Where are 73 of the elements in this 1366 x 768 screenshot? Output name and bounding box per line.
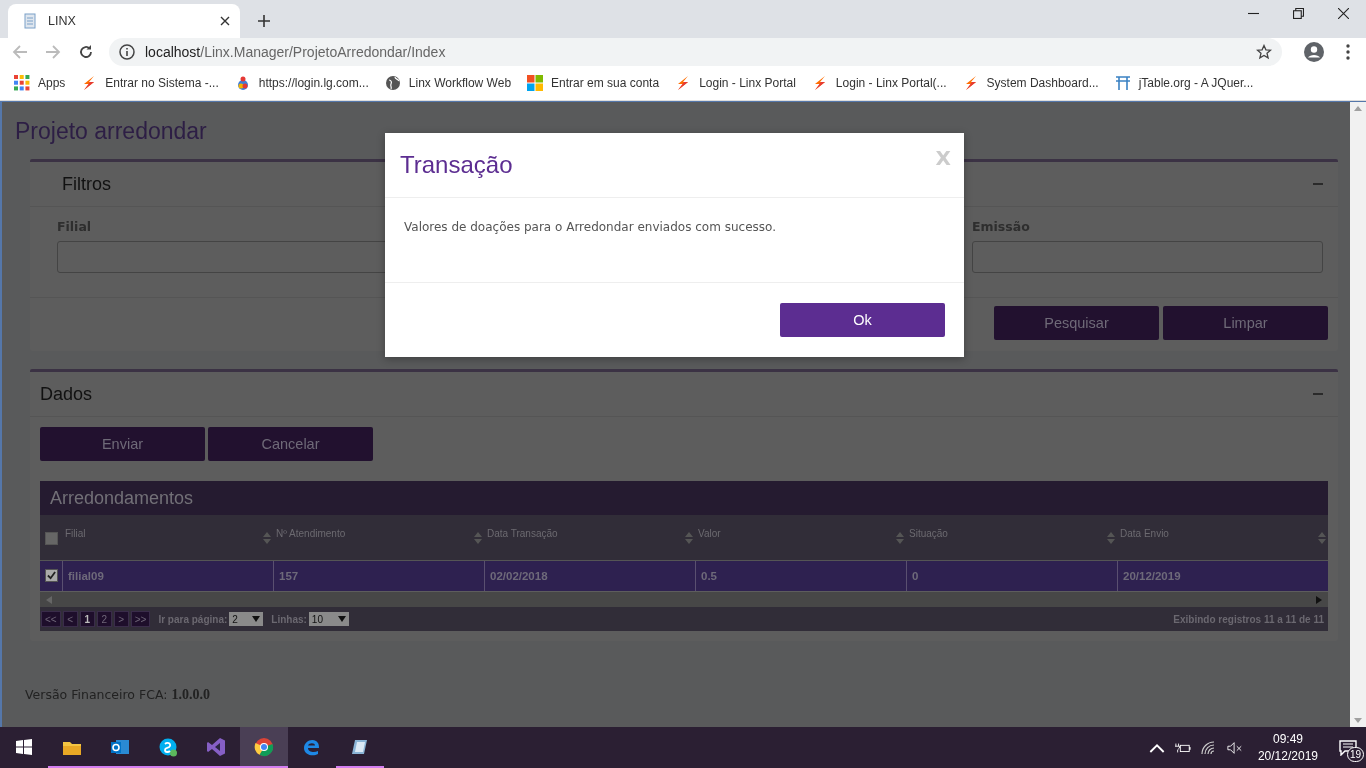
caret-icon: [337, 616, 346, 622]
version-text: Versão Financeiro FCA: 1.0.0.0: [25, 687, 211, 703]
rows-select[interactable]: 10: [308, 612, 349, 626]
windows-logo-icon: [14, 736, 34, 757]
bookmark[interactable]: Entrar no Sistema -...: [81, 75, 219, 91]
bookmark[interactable]: Login - Linx Portal(...: [811, 75, 947, 91]
windows-squares-icon: [527, 75, 544, 91]
bookmark[interactable]: Linx Workflow Web: [384, 75, 512, 91]
notification-count: 19: [1346, 747, 1364, 762]
browser-tab[interactable]: LINX: [8, 4, 240, 38]
bookmark[interactable]: System Dashboard...: [962, 75, 1099, 91]
rows-label: Linhas:: [271, 613, 307, 625]
page-title: Projeto arredondar: [15, 118, 208, 145]
filter-button[interactable]: Limpar: [1163, 306, 1328, 340]
restore-icon[interactable]: [1293, 7, 1304, 19]
close-icon[interactable]: [1338, 7, 1349, 19]
info-icon: [119, 44, 135, 60]
bookmark[interactable]: Apps: [14, 75, 66, 91]
dialog-message: Valores de doações para o Arredondar enviados com sucesso.: [404, 220, 776, 234]
table-row[interactable]: filial09 157 02/02/2018 0.5 0 20/12/2019: [40, 561, 1328, 591]
profile-icon[interactable]: [1304, 42, 1324, 62]
muted-speaker-icon[interactable]: [1226, 740, 1243, 755]
page-button[interactable]: 1: [79, 611, 95, 627]
browser-logo-icon: [254, 736, 274, 757]
table-cell: 20/12/2019: [1117, 561, 1328, 591]
clock[interactable]: 09:49 20/12/2019: [1257, 730, 1318, 765]
wifi-icon[interactable]: [1200, 740, 1217, 755]
close-icon[interactable]: [220, 16, 230, 26]
panel-title: Dados: [40, 383, 93, 405]
url-text: localhost/Linx.Manager/ProjetoArredondar/Index: [145, 44, 446, 60]
taskbar-app[interactable]: [240, 727, 288, 768]
chat-app-icon: [158, 736, 178, 757]
table-cell: 157: [273, 561, 484, 591]
action-button[interactable]: Cancelar: [208, 427, 373, 461]
row-checkbox[interactable]: [44, 569, 58, 582]
goto-label: Ir para página:: [158, 613, 228, 625]
ok-button[interactable]: Ok: [780, 303, 945, 337]
action-button[interactable]: Enviar: [40, 427, 205, 461]
page-button[interactable]: <<: [41, 611, 61, 627]
notification-button[interactable]: 19: [1330, 727, 1366, 768]
input-field[interactable]: [972, 241, 1323, 273]
document-icon: [22, 13, 38, 29]
table-cell: 0.5: [695, 561, 906, 591]
bookmark[interactable]: jTable.org - A JQuer...: [1114, 75, 1254, 91]
page-button[interactable]: <: [62, 611, 78, 627]
caret-icon: [252, 616, 261, 622]
select-all-checkbox[interactable]: [44, 532, 58, 545]
tab-title: LINX: [48, 14, 77, 28]
apps-grid-icon: [14, 75, 30, 91]
page-button[interactable]: >: [113, 611, 129, 627]
address-bar[interactable]: localhost/Linx.Manager/ProjetoArredondar/Index: [109, 38, 1282, 66]
globe-icon: [384, 75, 401, 91]
star-icon[interactable]: [1256, 44, 1272, 60]
records-summary: Exibindo registros 11 a 11 de 11: [1173, 613, 1324, 625]
filter-button[interactable]: Pesquisar: [994, 306, 1159, 340]
menu-icon[interactable]: [1346, 44, 1350, 60]
clock-date: 20/12/2019: [1257, 747, 1318, 765]
panel-title: Filtros: [62, 173, 111, 195]
page-button[interactable]: >>: [130, 611, 151, 627]
dialog-title: Transação: [400, 151, 513, 179]
table-cell: 0: [906, 561, 1117, 591]
clock-time: 09:49: [1272, 730, 1303, 748]
bookmark[interactable]: https://login.lg.com...: [234, 75, 369, 91]
reload-icon[interactable]: [78, 44, 94, 60]
table-title: Arredondamentos: [40, 481, 1328, 515]
bookmark[interactable]: Entrar em sua conta: [527, 75, 660, 91]
page-select[interactable]: 2: [229, 612, 264, 626]
table-cell: 02/02/2018: [484, 561, 695, 591]
bookmark[interactable]: Login - Linx Portal: [675, 75, 796, 91]
new-tab-icon[interactable]: [258, 15, 270, 27]
page-button[interactable]: 2: [96, 611, 112, 627]
table-cell: filial09: [62, 561, 273, 591]
ribbon-logo-icon: [206, 736, 226, 757]
